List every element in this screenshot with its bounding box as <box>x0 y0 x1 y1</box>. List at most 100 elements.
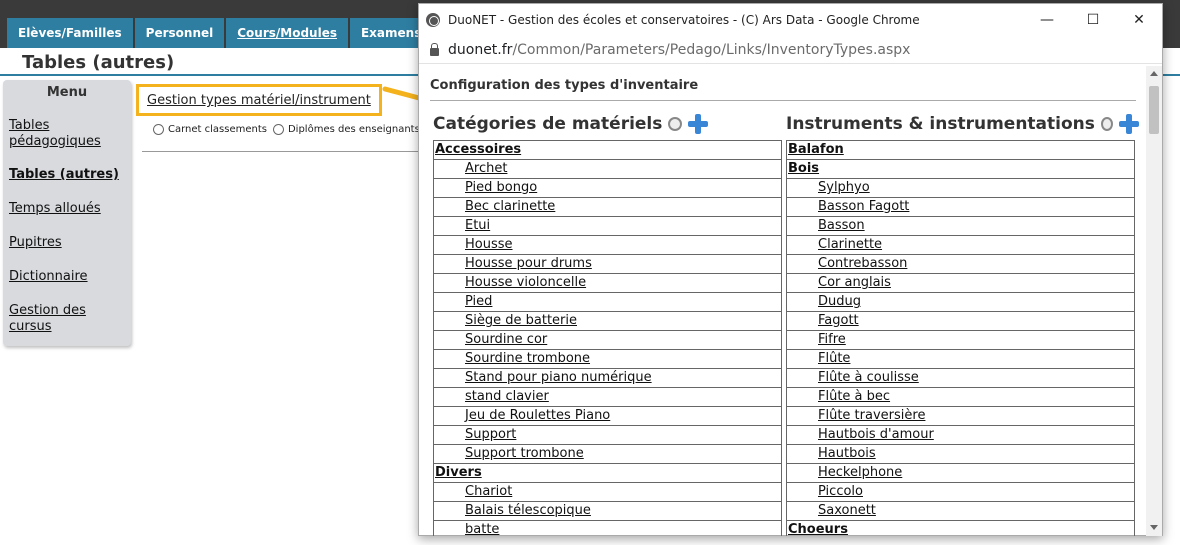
list-item[interactable]: Hautbois d'amour <box>787 426 1134 445</box>
list-item-label[interactable]: Flûte à coulisse <box>818 370 919 385</box>
list-item[interactable]: Support <box>434 426 781 445</box>
list-item-label[interactable]: Siège de batterie <box>465 313 577 328</box>
tab-personnel[interactable]: Personnel <box>134 18 225 48</box>
list-item-label[interactable]: Saxonett <box>818 503 876 518</box>
refresh-icon[interactable] <box>1100 117 1113 131</box>
list-item[interactable]: Flûte à bec <box>787 388 1134 407</box>
sidebar-item-tables-autres[interactable]: Tables (autres) <box>9 167 119 183</box>
list-item-label[interactable]: Bec clarinette <box>465 199 555 214</box>
list-item-label[interactable]: Flûte <box>818 351 850 366</box>
list-item[interactable]: Bec clarinette <box>434 198 781 217</box>
sidebar-item-pupitres[interactable]: Pupitres <box>9 235 62 251</box>
list-item[interactable]: Heckelphone <box>787 464 1134 483</box>
add-category-icon[interactable] <box>688 114 709 134</box>
add-instrument-icon[interactable] <box>1118 114 1140 134</box>
list-item-label[interactable]: Piccolo <box>818 484 863 499</box>
sidebar-item-tables-pedagogiques[interactable]: Tables pédagogiques <box>9 118 109 150</box>
list-item[interactable]: Pied bongo <box>434 179 781 198</box>
list-item-label[interactable]: Flûte traversière <box>818 408 925 423</box>
list-item-label[interactable]: Balais télescopique <box>465 503 591 518</box>
maximize-icon[interactable]: ☐ <box>1070 4 1116 36</box>
radio-diplomes-enseignants[interactable]: Diplômes des enseignants <box>272 124 420 135</box>
list-item-label[interactable]: Heckelphone <box>818 465 902 480</box>
list-item[interactable]: Basson Fagott <box>787 198 1134 217</box>
list-item[interactable]: Dudug <box>787 293 1134 312</box>
list-item[interactable]: Flûte à coulisse <box>787 369 1134 388</box>
tab-eleves-familles[interactable]: Elèves/Familles <box>7 18 133 48</box>
sidebar-item-gestion-cursus[interactable]: Gestion des cursus <box>9 303 99 335</box>
list-item-label[interactable]: Basson Fagott <box>818 199 909 214</box>
address-bar[interactable]: duonet.fr/Common/Parameters/Pedago/Links… <box>419 36 1162 64</box>
scrollbar[interactable] <box>1146 66 1162 536</box>
list-item-label[interactable]: Fifre <box>818 332 846 347</box>
list-item[interactable]: stand clavier <box>434 388 781 407</box>
list-item[interactable]: Flûte <box>787 350 1134 369</box>
list-item[interactable]: Saxonett <box>787 502 1134 521</box>
scroll-thumb[interactable] <box>1149 86 1159 134</box>
list-item-label[interactable]: Dudug <box>818 294 861 309</box>
list-item[interactable]: Pied <box>434 293 781 312</box>
list-item-label[interactable]: Hautbois <box>818 446 876 461</box>
list-item-label[interactable]: stand clavier <box>465 389 549 404</box>
sidebar-item-temps-alloues[interactable]: Temps alloués <box>9 201 101 217</box>
list-item-label[interactable]: Sourdine cor <box>465 332 547 347</box>
group-row[interactable]: Choeurs <box>787 521 1134 536</box>
list-item[interactable]: Archet <box>434 160 781 179</box>
list-item-label[interactable]: Support <box>465 427 516 442</box>
close-icon[interactable]: ✕ <box>1116 4 1162 36</box>
list-item-label[interactable]: Basson <box>818 218 865 233</box>
list-item-label[interactable]: Etui <box>465 218 490 233</box>
minimize-icon[interactable]: — <box>1024 4 1070 36</box>
list-item[interactable]: Housse <box>434 236 781 255</box>
list-item-label[interactable]: Clarinette <box>818 237 882 252</box>
inventory-types-link[interactable]: Gestion types matériel/instrument <box>147 93 371 108</box>
list-item[interactable]: Balais télescopique <box>434 502 781 521</box>
scroll-up-icon[interactable] <box>1150 71 1158 76</box>
list-item[interactable]: Sourdine cor <box>434 331 781 350</box>
list-item[interactable]: Fifre <box>787 331 1134 350</box>
radio-carnet-classements[interactable]: Carnet classements <box>153 124 267 135</box>
list-item-label[interactable]: Chariot <box>465 484 512 499</box>
list-item-label[interactable]: Support trombone <box>465 446 584 461</box>
refresh-icon[interactable] <box>668 117 683 131</box>
tab-cours-modules[interactable]: Cours/Modules <box>226 18 348 48</box>
list-item-label[interactable]: Pied <box>465 294 492 309</box>
list-item[interactable]: Stand pour piano numérique <box>434 369 781 388</box>
list-item-label[interactable]: Flûte à bec <box>818 389 890 404</box>
list-item-label[interactable]: Pied bongo <box>465 180 537 195</box>
list-item[interactable]: Housse violoncelle <box>434 274 781 293</box>
sidebar-item-dictionnaire[interactable]: Dictionnaire <box>9 269 88 285</box>
list-item[interactable]: Hautbois <box>787 445 1134 464</box>
list-item[interactable]: Chariot <box>434 483 781 502</box>
list-item-label[interactable]: Stand pour piano numérique <box>465 370 652 385</box>
list-item-label[interactable]: Cor anglais <box>818 275 891 290</box>
list-item[interactable]: Sourdine trombone <box>434 350 781 369</box>
group-row[interactable]: Accessoires <box>434 141 781 160</box>
list-item[interactable]: Basson <box>787 217 1134 236</box>
list-item-label[interactable]: Fagott <box>818 313 859 328</box>
list-item-label[interactable]: Hautbois d'amour <box>818 427 934 442</box>
list-item[interactable]: Fagott <box>787 312 1134 331</box>
list-item-label[interactable]: Contrebasson <box>818 256 907 271</box>
list-item-label[interactable]: batte <box>465 522 499 536</box>
list-item-label[interactable]: Housse <box>465 237 513 252</box>
list-item-label[interactable]: Sylphyo <box>818 180 870 195</box>
list-item-label[interactable]: Archet <box>465 161 507 176</box>
list-item-label[interactable]: Housse pour drums <box>465 256 592 271</box>
list-item[interactable]: Flûte traversière <box>787 407 1134 426</box>
list-item[interactable]: Piccolo <box>787 483 1134 502</box>
list-item[interactable]: Sylphyo <box>787 179 1134 198</box>
list-item-label[interactable]: Jeu de Roulettes Piano <box>465 408 610 423</box>
group-row[interactable]: Bois <box>787 160 1134 179</box>
group-row[interactable]: Divers <box>434 464 781 483</box>
list-item[interactable]: Clarinette <box>787 236 1134 255</box>
list-item[interactable]: Siège de batterie <box>434 312 781 331</box>
group-row[interactable]: Balafon <box>787 141 1134 160</box>
scroll-down-icon[interactable] <box>1150 525 1158 530</box>
list-item[interactable]: Jeu de Roulettes Piano <box>434 407 781 426</box>
list-item[interactable]: Support trombone <box>434 445 781 464</box>
list-item[interactable]: Contrebasson <box>787 255 1134 274</box>
list-item[interactable]: Housse pour drums <box>434 255 781 274</box>
list-item[interactable]: Etui <box>434 217 781 236</box>
list-item-label[interactable]: Sourdine trombone <box>465 351 590 366</box>
